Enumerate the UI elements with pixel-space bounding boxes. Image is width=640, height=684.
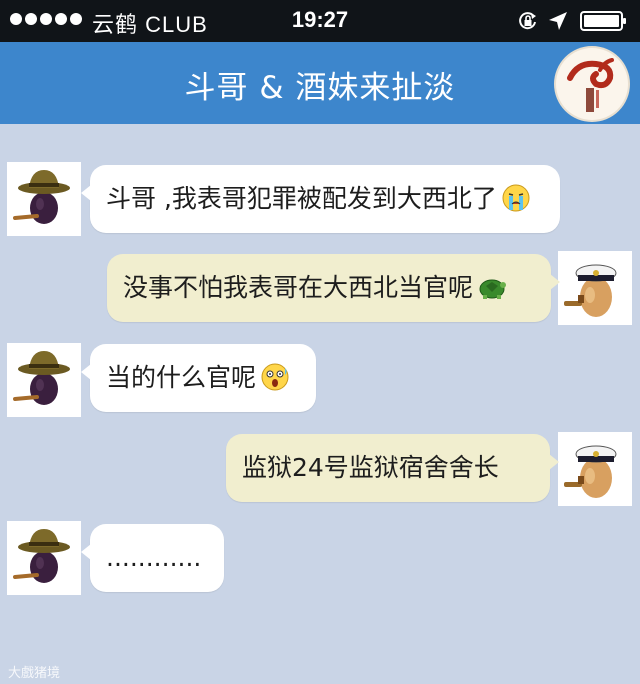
message-text: 斗哥 ,我表哥犯罪被配发到大西北了	[106, 184, 497, 213]
rotation-lock-icon	[519, 12, 536, 30]
message-text: 当的什么官呢	[106, 363, 257, 392]
sender-avatar[interactable]	[7, 521, 81, 595]
eggplant-hat-avatar-icon	[7, 162, 81, 236]
eggplant-hat-avatar-icon	[7, 521, 81, 595]
eggplant-hat-avatar-icon	[7, 343, 81, 417]
sender-avatar[interactable]	[7, 343, 81, 417]
message-text: 没事不怕我表哥在大西北当官呢	[123, 273, 474, 302]
captain-egg-avatar-icon	[558, 432, 632, 506]
status-time: 19:27	[291, 7, 349, 32]
sender-avatar[interactable]	[558, 251, 632, 325]
chat-area[interactable]: 斗哥 ,我表哥犯罪被配发到大西北了 没事不怕我表哥在大西北当官呢 当的什么官呢 …	[0, 124, 640, 684]
battery-icon	[580, 11, 626, 31]
chat-title: 斗哥 & 酒妹来扯淡	[184, 70, 456, 106]
chat-header: 斗哥 & 酒妹来扯淡	[0, 42, 640, 124]
message-bubble-incoming[interactable]: 当的什么官呢	[81, 344, 316, 412]
message-text: ............	[106, 543, 202, 572]
status-bar: 云鹤 CLUB 19:27	[0, 0, 640, 42]
message-bubble-outgoing[interactable]: 监狱24号监狱宿舍舍长	[226, 434, 559, 502]
watermark-text: 大戲猪境	[8, 665, 61, 680]
sender-avatar[interactable]	[7, 162, 81, 236]
message-bubble-outgoing[interactable]: 没事不怕我表哥在大西北当官呢	[107, 254, 560, 322]
club-logo-icon	[558, 50, 626, 118]
message-text: 监狱24号监狱宿舍舍长	[242, 453, 499, 482]
turtle-emoji-icon	[479, 279, 507, 299]
captain-egg-avatar-icon	[558, 251, 632, 325]
shocked-emoji-icon	[261, 363, 289, 391]
location-arrow-icon	[549, 12, 567, 30]
crying-emoji-icon	[502, 184, 530, 212]
message-bubble-incoming[interactable]: 斗哥 ,我表哥犯罪被配发到大西北了	[81, 165, 560, 233]
sender-avatar[interactable]	[558, 432, 632, 506]
group-avatar[interactable]	[556, 48, 628, 120]
message-bubble-incoming[interactable]: ............	[81, 524, 224, 592]
